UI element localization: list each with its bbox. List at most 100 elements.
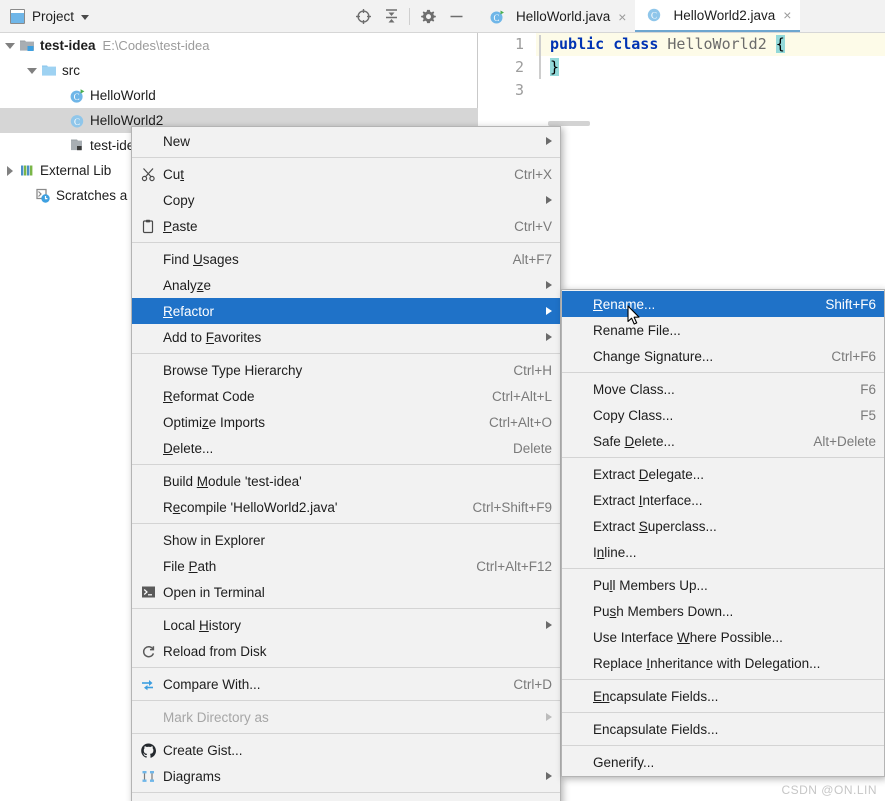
svg-text:C: C [651,10,657,20]
menu-item-shortcut: F5 [860,408,876,423]
line-number: 1 [484,33,524,56]
submenu-item-copy-class[interactable]: Copy Class... F5 [562,402,884,428]
tree-item-src[interactable]: src [0,58,478,83]
source-folder-icon [40,63,58,79]
menu-item-cut[interactable]: Cut Ctrl+X [132,161,560,187]
tree-item-label: test-idea [40,38,96,53]
submenu-item-pull-members-up[interactable]: Pull Members Up... [562,572,884,598]
menu-item-file-path[interactable]: File Path Ctrl+Alt+F12 [132,553,560,579]
menu-item-label: Browse Type Hierarchy [163,363,497,378]
submenu-item-generify[interactable]: Encapsulate Fields... [562,716,884,742]
submenu-item-use-interface-where-possible[interactable]: Use Interface Where Possible... [562,624,884,650]
menu-item-shortcut: Ctrl+Alt+F12 [476,559,552,574]
submenu-item-push-members-down[interactable]: Push Members Down... [562,598,884,624]
context-menu[interactable]: New Cut Ctrl+X Copy [131,126,561,801]
editor-tab-helloworld2[interactable]: C HelloWorld2.java × [635,0,800,33]
submenu-item-move-class[interactable]: Move Class... F6 [562,376,884,402]
tree-item-helloworld[interactable]: C HelloWorld [0,83,478,108]
menu-item-label: Refactor [163,304,534,319]
submenu-item-rename[interactable]: Rename... Shift+F6 [562,291,884,317]
tree-item-test-idea[interactable]: test-idea E:\Codes\test-idea [0,33,478,58]
submenu-item-extract-superclass[interactable]: Extract Superclass... [562,513,884,539]
menu-separator [132,608,560,609]
menu-item-label: Safe Delete... [593,434,797,449]
menu-item-open-in-terminal[interactable]: Open in Terminal [132,579,560,605]
locate-icon[interactable] [349,2,377,30]
submenu-item-extract-interface[interactable]: Extract Interface... [562,487,884,513]
chevron-right-icon [546,713,552,721]
gear-icon[interactable] [414,2,442,30]
menu-item-copy[interactable]: Copy [132,187,560,213]
menu-separator [562,372,884,373]
menu-item-shortcut: Ctrl+V [514,219,552,234]
tree-item-label: src [62,63,80,78]
menu-item-shortcut: Ctrl+X [514,167,552,182]
menu-item-add-to-favorites[interactable]: Add to Favorites [132,324,560,350]
watermark: CSDN @ON.LIN [781,783,877,797]
menu-item-build-module[interactable]: Build Module 'test-idea' [132,468,560,494]
hide-icon[interactable] [442,2,470,30]
menu-item-label: Local History [163,618,534,633]
menu-item-label: Pull Members Up... [593,578,876,593]
java-class-icon: C [645,7,663,23]
menu-item-diagrams[interactable]: Diagrams [132,763,560,789]
close-icon[interactable]: × [783,8,791,22]
menu-item-new[interactable]: New [132,128,560,154]
menu-item-create-gist[interactable]: Create Gist... [132,737,560,763]
menu-item-browse-type-hierarchy[interactable]: Browse Type Hierarchy Ctrl+H [132,357,560,383]
menu-item-compare-with[interactable]: Compare With... Ctrl+D [132,671,560,697]
menu-item-shortcut: Ctrl+Alt+L [492,389,552,404]
menu-item-label: Copy [163,193,534,208]
menu-item-reformat-code[interactable]: Reformat Code Ctrl+Alt+L [132,383,560,409]
chevron-down-icon[interactable] [81,15,89,20]
github-icon [138,743,159,758]
module-folder-icon [18,38,36,54]
menu-item-paste[interactable]: Paste Ctrl+V [132,213,560,239]
menu-item-shortcut: Ctrl+D [513,677,552,692]
chevron-right-icon [546,621,552,629]
submenu-item-encapsulate-fields[interactable]: Encapsulate Fields... [562,683,884,709]
menu-item-analyze[interactable]: Analyze [132,272,560,298]
tree-item-label: Scratches a [56,188,127,203]
submenu-item-safe-delete[interactable]: Safe Delete... Alt+Delete [562,428,884,454]
menu-item-show-in-explorer[interactable]: Show in Explorer [132,527,560,553]
submenu-item-replace-inheritance-with-delegation[interactable]: Replace Inheritance with Delegation... [562,650,884,676]
svg-text:C: C [493,13,499,23]
submenu-item-add-rtl-support[interactable]: Generify... [562,749,884,775]
submenu-item-rename-file[interactable]: Rename File... [562,317,884,343]
project-title-group[interactable]: Project [0,9,89,24]
menu-separator [132,242,560,243]
menu-item-delete[interactable]: Delete... Delete [132,435,560,461]
menu-item-reload-from-disk[interactable]: Reload from Disk [132,638,560,664]
menu-item-label: Rename... [593,297,809,312]
menu-item-label: New [163,134,534,149]
editor-tab-helloworld[interactable]: C HelloWorld.java × [478,0,635,33]
menu-item-label: Delete... [163,441,497,456]
menu-separator [132,667,560,668]
menu-item-optimize-imports[interactable]: Optimize Imports Ctrl+Alt+O [132,409,560,435]
chevron-down-icon[interactable] [2,43,18,49]
class-name: HelloWorld2 [667,35,766,53]
menu-item-label: Move Class... [593,382,844,397]
menu-item-convert-java-to-kotlin[interactable]: Convert Java File to Kotlin File Ctrl+Al… [132,796,560,801]
menu-item-label: Copy Class... [593,408,844,423]
menu-item-find-usages[interactable]: Find Usages Alt+F7 [132,246,560,272]
menu-item-refactor[interactable]: Refactor [132,298,560,324]
submenu-item-inline[interactable]: Inline... [562,539,884,565]
submenu-item-extract-delegate[interactable]: Extract Delegate... [562,461,884,487]
close-icon[interactable]: × [618,10,626,24]
refactor-submenu[interactable]: Rename... Shift+F6 Rename File... Change… [561,289,885,777]
menu-item-label: Reload from Disk [163,644,552,659]
chevron-down-icon[interactable] [24,68,40,74]
java-class-runnable-icon: C [68,88,86,104]
menu-item-shortcut: Ctrl+H [513,363,552,378]
submenu-item-change-signature[interactable]: Change Signature... Ctrl+F6 [562,343,884,369]
menu-item-recompile[interactable]: Recompile 'HelloWorld2.java' Ctrl+Shift+… [132,494,560,520]
menu-item-local-history[interactable]: Local History [132,612,560,638]
chevron-right-icon [546,772,552,780]
menu-item-label: Find Usages [163,252,497,267]
collapse-all-icon[interactable] [377,2,405,30]
menu-item-mark-directory-as: Mark Directory as [132,704,560,730]
chevron-right-icon[interactable] [2,166,18,176]
menu-item-shortcut: Alt+F7 [513,252,552,267]
